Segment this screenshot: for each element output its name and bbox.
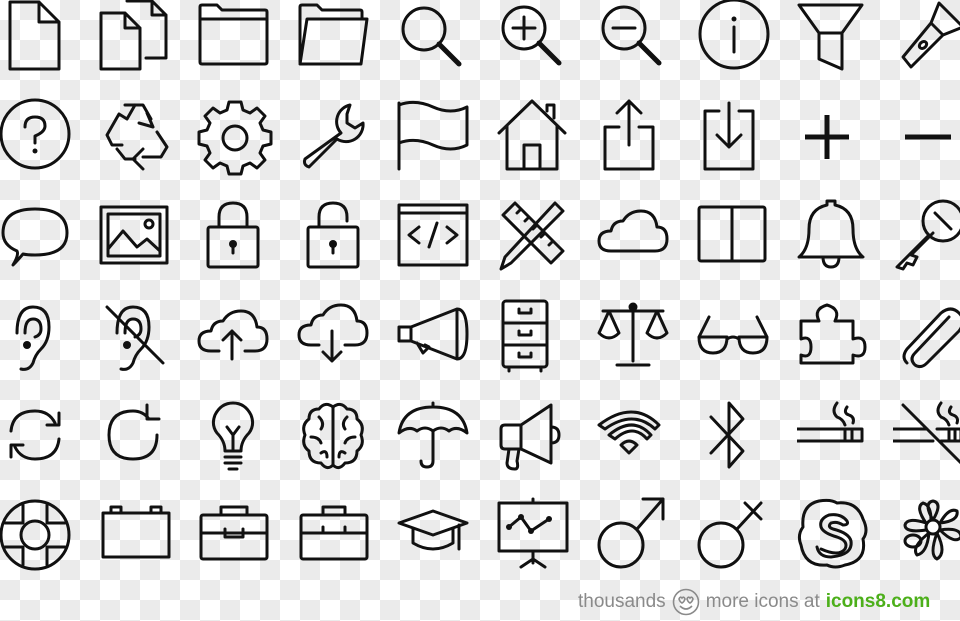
ear-icon[interactable] xyxy=(0,297,77,377)
briefcase-icon[interactable] xyxy=(197,497,277,577)
code-icon[interactable] xyxy=(397,197,477,277)
flag-icon[interactable] xyxy=(397,97,477,177)
bluetooth-icon[interactable] xyxy=(697,397,777,477)
bullhorn-icon[interactable] xyxy=(497,397,577,477)
transgender-icon[interactable] xyxy=(697,497,777,577)
open-folder-icon[interactable] xyxy=(297,0,377,77)
filing-cabinet-icon[interactable] xyxy=(497,297,577,377)
file-icon[interactable] xyxy=(0,0,77,77)
skype-icon[interactable] xyxy=(797,497,877,577)
book-icon[interactable] xyxy=(697,197,777,277)
brand-link[interactable]: icons8.com xyxy=(826,591,931,613)
settings-icon[interactable] xyxy=(197,97,277,177)
home-icon[interactable] xyxy=(497,97,577,177)
glasses-icon[interactable] xyxy=(697,297,777,377)
filter-icon[interactable] xyxy=(797,0,877,77)
share-icon[interactable] xyxy=(597,97,677,177)
bell-icon[interactable] xyxy=(797,197,877,277)
lifebuoy-icon[interactable] xyxy=(0,497,77,577)
icon-grid xyxy=(0,0,960,580)
footer-text-thousands: thousands xyxy=(578,591,666,612)
cloud-download-icon[interactable] xyxy=(297,297,377,377)
footer-text-more-icons: more icons at xyxy=(705,591,820,612)
copy-icon[interactable] xyxy=(97,0,177,77)
speech-bubble-icon[interactable] xyxy=(0,197,77,277)
no-smoking-icon[interactable] xyxy=(893,397,960,477)
lightbulb-icon[interactable] xyxy=(197,397,277,477)
zoom-in-icon[interactable] xyxy=(497,0,577,77)
megaphone-icon[interactable] xyxy=(397,297,477,377)
footer-promo: thousands more icons at icons8.com xyxy=(578,588,930,616)
recycle-icon[interactable] xyxy=(97,97,177,177)
paperclip-icon[interactable] xyxy=(893,297,960,377)
suitcase-icon[interactable] xyxy=(297,497,377,577)
unlock-icon[interactable] xyxy=(297,197,377,277)
wrench-icon[interactable] xyxy=(297,97,377,177)
plus-icon[interactable] xyxy=(797,97,877,177)
info-icon[interactable] xyxy=(697,0,777,77)
flower-icon[interactable] xyxy=(893,497,960,577)
deaf-icon[interactable] xyxy=(97,297,177,377)
battery-icon[interactable] xyxy=(97,497,177,577)
search-icon[interactable] xyxy=(397,0,477,77)
umbrella-icon[interactable] xyxy=(397,397,477,477)
wifi-icon[interactable] xyxy=(597,397,677,477)
smoking-icon[interactable] xyxy=(797,397,877,477)
help-icon[interactable] xyxy=(0,97,77,177)
minus-icon[interactable] xyxy=(893,97,960,177)
puzzle-icon[interactable] xyxy=(797,297,877,377)
presentation-icon[interactable] xyxy=(497,497,577,577)
refresh-icon[interactable] xyxy=(97,397,177,477)
zoom-out-icon[interactable] xyxy=(597,0,677,77)
cloud-upload-icon[interactable] xyxy=(197,297,277,377)
scales-icon[interactable] xyxy=(597,297,677,377)
sync-icon[interactable] xyxy=(0,397,77,477)
male-icon[interactable] xyxy=(597,497,677,577)
folder-icon[interactable] xyxy=(197,0,277,77)
smiling-face-heart-eyes-icon xyxy=(672,588,700,616)
cloud-icon[interactable] xyxy=(597,197,677,277)
graduation-cap-icon[interactable] xyxy=(397,497,477,577)
lock-icon[interactable] xyxy=(197,197,277,277)
download-icon[interactable] xyxy=(697,97,777,177)
key-icon[interactable] xyxy=(893,197,960,277)
flashlight-icon[interactable] xyxy=(893,0,960,77)
design-tools-icon[interactable] xyxy=(497,197,577,277)
brain-icon[interactable] xyxy=(297,397,377,477)
picture-icon[interactable] xyxy=(97,197,177,277)
